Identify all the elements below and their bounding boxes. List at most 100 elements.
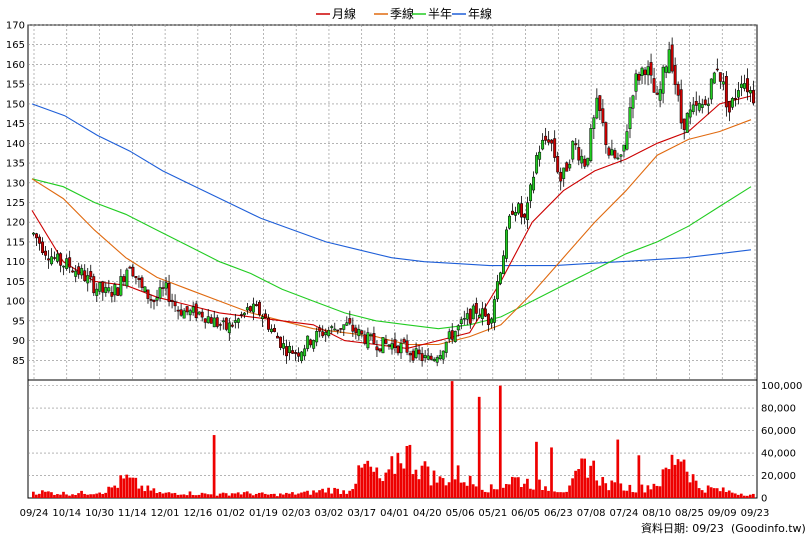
candle-body [498,272,502,284]
candle-body [254,304,258,307]
volume-bar [38,493,41,498]
volume-bar [131,477,135,498]
candle-body [95,288,99,296]
volume-bar [643,492,647,498]
volume-bar [703,492,707,498]
candle-body [300,351,304,361]
legend-label-half: 半年 [428,7,452,21]
x-tick-label: 12/16 [183,508,212,519]
candle-body [752,90,755,104]
volume-bar [68,495,71,498]
volume-bar [733,493,737,498]
candle-body [128,266,132,269]
candle-body [553,138,557,158]
candle-body [303,348,307,357]
candle-body [664,66,668,73]
volume-bar [330,493,333,498]
volume-bar [432,470,436,498]
volume-bar [212,435,216,498]
volume-bar [324,492,327,498]
volume-bar [541,489,544,498]
candle-body [462,318,466,320]
candle-body [508,215,511,229]
volume-bar [366,460,370,498]
candle-body [721,81,725,85]
candle-body [32,232,35,235]
volume-bar [510,476,514,498]
candle-body [309,339,313,346]
candle-body [532,176,536,191]
candle-body [538,151,542,160]
volume-bar [354,483,358,498]
volume-bar [158,491,162,498]
volume-bar [375,467,379,498]
volume-bar [312,490,315,498]
candle-body [423,355,427,359]
candle-body [375,346,379,351]
source-label: (Goodinfo.tw) [731,522,806,535]
candle-body [706,103,710,106]
volume-bar [152,488,156,498]
candle-body [227,322,231,334]
candle-body [502,255,505,275]
candle-body [137,278,141,280]
candle-body [556,155,560,173]
candle-body [688,109,692,118]
candle-body [628,107,632,130]
volume-bar [92,494,95,498]
candle-body [739,83,743,88]
candle-body [505,229,508,259]
candle-body [495,281,499,300]
candle-body [616,157,620,160]
volume-bar [146,485,150,498]
candle-body [658,89,662,101]
candle-body [715,68,719,71]
candle-body [589,128,593,161]
candle-body [429,355,433,360]
candle-body [62,265,66,268]
volume-bar [297,493,300,498]
volume-bar [637,455,641,498]
x-tick-label: 05/21 [478,508,507,519]
candle-body [571,140,575,160]
volume-bar [697,488,701,498]
volume-bar [321,488,324,498]
volume-bar [161,493,165,498]
candle-body [149,298,153,301]
volume-bar [98,492,101,498]
volume-bar [715,488,719,498]
candle-body [426,355,430,360]
volume-bar [77,493,80,498]
price-tick-label: 105 [6,277,25,288]
volume-bar [360,467,364,498]
candle-body [224,317,228,330]
candle-body [580,155,584,164]
candle-body [167,282,171,302]
candle-body [712,72,716,84]
candle-body [456,325,460,331]
candle-body [468,308,472,324]
price-tick-label: 125 [6,198,25,209]
volume-bar [453,479,457,498]
volume-bar [420,465,424,498]
volume-bar [294,494,297,498]
volume-bar [119,475,123,498]
candle-body [622,144,626,152]
volume-bar [116,487,120,498]
candle-body [435,357,439,363]
x-axis: 09/24 10/14 10/30 11/14 12/01 12/16 01/02 01/19… [20,508,770,519]
candle-body [107,287,111,292]
price-tick-label: 115 [6,237,25,248]
price-axis: 85 90 95 100 105 110 115 120 125 130 135 140 145 150 1… [6,21,25,367]
volume-bar [538,479,541,498]
volume-bar [266,494,270,498]
volume-bar [110,487,114,498]
candle-body [233,320,237,323]
legend-label-year: 年線 [468,6,492,21]
x-tick-label: 01/02 [216,508,245,519]
candle-body [610,149,614,156]
volume-bar [411,474,415,498]
volume-bar [288,493,291,498]
candle-body [414,348,418,358]
candle-body [242,312,246,316]
